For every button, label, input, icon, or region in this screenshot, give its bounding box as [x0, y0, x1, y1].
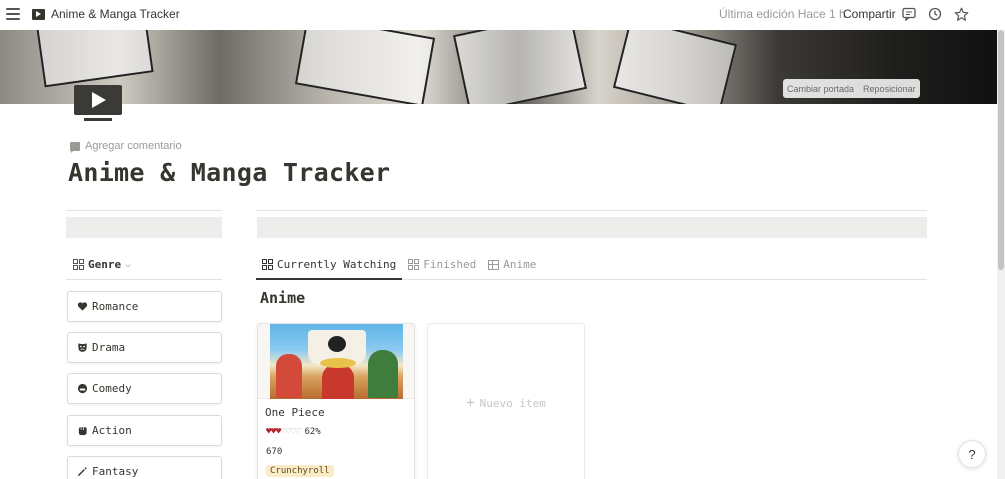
genre-label: Genre: [88, 258, 122, 271]
genre-label: Action: [92, 424, 132, 437]
card-title: One Piece: [265, 406, 325, 419]
mask-icon: [76, 342, 88, 354]
genre-button-romance[interactable]: Romance: [67, 291, 222, 322]
card-image: [270, 324, 403, 399]
share-button[interactable]: Compartir: [843, 7, 896, 21]
empty-block: [66, 217, 222, 238]
view-tabs: Currently Watching Finished Anime: [256, 250, 927, 280]
gallery-card[interactable]: One Piece ♥♥♥♡♡♡♡ 62% 670 Crunchyroll: [257, 323, 415, 479]
reposition-button[interactable]: Reposicionar: [858, 83, 920, 94]
history-icon[interactable]: [927, 6, 943, 22]
genre-label: Drama: [92, 341, 126, 354]
comment-icon[interactable]: [901, 6, 917, 22]
heart-icon: [76, 301, 88, 313]
manga-panel: [294, 30, 436, 104]
magic-wand-icon: [76, 466, 88, 478]
new-item-button[interactable]: + Nuevo item: [427, 323, 585, 479]
change-cover-button[interactable]: Cambiar portada: [783, 84, 858, 94]
card-cover: [258, 324, 414, 399]
new-item-label: Nuevo item: [479, 396, 546, 410]
card-rating: ♥♥♥♡♡♡♡ 62%: [266, 427, 321, 437]
left-column: [66, 210, 222, 238]
comment-icon: [70, 141, 80, 153]
chevron-down-icon: ⌵: [125, 259, 131, 270]
genre-label: Comedy: [92, 382, 132, 395]
menu-icon[interactable]: [6, 7, 20, 21]
breadcrumb[interactable]: Anime & Manga Tracker: [51, 7, 180, 21]
tv-icon[interactable]: [74, 85, 122, 123]
rating-hearts-icon: ♥♥♥♡♡♡♡: [266, 427, 301, 437]
manga-panel: [612, 30, 738, 104]
tab-label: Anime: [503, 258, 537, 271]
gallery-icon: [73, 259, 84, 270]
card-episodes: 670: [266, 447, 283, 457]
scrollbar-thumb[interactable]: [998, 30, 1004, 270]
genre-button-drama[interactable]: Drama: [67, 332, 222, 363]
last-edited: Última edición Hace 1 h: [719, 7, 846, 21]
fist-icon: [76, 425, 88, 437]
section-title[interactable]: Anime: [260, 289, 305, 307]
gallery-icon: [262, 258, 273, 270]
star-icon[interactable]: [953, 6, 969, 22]
gallery-icon: [408, 259, 420, 270]
cover-image: Cambiar portada Reposicionar: [0, 30, 997, 104]
add-comment-label: Agregar comentario: [85, 140, 182, 152]
tab-currently-watching[interactable]: Currently Watching: [256, 250, 403, 280]
cover-controls: Cambiar portada Reposicionar: [783, 79, 920, 98]
top-bar: Anime & Manga Tracker Última edición Hac…: [0, 0, 1005, 30]
genre-label: Romance: [92, 300, 139, 313]
plus-icon: +: [466, 395, 475, 411]
table-icon: [488, 259, 500, 270]
empty-block: [257, 217, 927, 238]
manga-panel: [452, 30, 588, 104]
genre-view-selector[interactable]: Genre ⌵: [73, 258, 131, 271]
card-tag: Crunchyroll: [266, 465, 334, 477]
add-comment-button[interactable]: Agregar comentario: [70, 140, 182, 153]
help-button[interactable]: ?: [958, 440, 986, 468]
smile-icon: [76, 383, 88, 395]
tv-icon: [32, 9, 45, 20]
tab-anime[interactable]: Anime: [482, 250, 542, 279]
tab-finished[interactable]: Finished: [402, 250, 482, 279]
genre-button-comedy[interactable]: Comedy: [67, 373, 222, 404]
manga-panel: [36, 30, 154, 88]
genre-button-action[interactable]: Action: [67, 415, 222, 446]
scrollbar[interactable]: [997, 30, 1005, 479]
genre-button-fantasy[interactable]: Fantasy: [67, 456, 222, 479]
genre-label: Fantasy: [92, 465, 139, 478]
page-title[interactable]: Anime & Manga Tracker: [68, 158, 390, 187]
card-progress: 62%: [304, 427, 321, 437]
tab-label: Currently Watching: [277, 257, 397, 271]
tab-label: Finished: [423, 258, 477, 271]
